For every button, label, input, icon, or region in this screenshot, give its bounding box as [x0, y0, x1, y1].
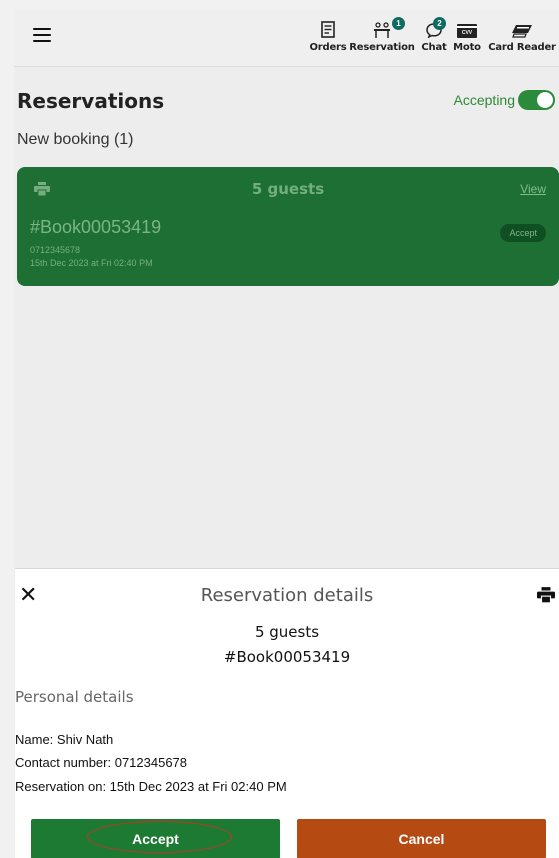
nav-chat[interactable]: 2 Chat [419, 16, 449, 58]
reservation-badge: 1 [392, 17, 405, 30]
app-screen: Orders 1 Reservation 2 Chat CVV Moto Car… [14, 9, 559, 858]
card-accept-button[interactable]: Accept [500, 224, 546, 242]
chat-icon: 2 [419, 16, 449, 38]
nav-orders[interactable]: Orders [309, 16, 347, 58]
details-guests: 5 guests [254, 623, 320, 641]
toggle-knob [537, 92, 553, 108]
top-nav: Orders 1 Reservation 2 Chat CVV Moto Car… [309, 16, 559, 58]
sheet-title: Reservation details [200, 585, 374, 606]
details-reservation-on: Reservation on: 15th Dec 2023 at Fri 02:… [15, 779, 287, 794]
nav-card-reader-label: Card Reader [488, 42, 556, 53]
cvv-card-icon: CVV [451, 16, 483, 38]
reservation-details-sheet: ✕ Reservation details 5 guests #Book0005… [15, 568, 559, 858]
reservation-icon: 1 [347, 16, 417, 38]
top-bar: Orders 1 Reservation 2 Chat CVV Moto Car… [14, 9, 559, 67]
nav-orders-label: Orders [309, 42, 347, 53]
accept-button[interactable]: Accept [31, 819, 280, 858]
orders-icon [309, 16, 347, 38]
details-name: Name: Shiv Nath [15, 732, 114, 747]
printer-icon[interactable] [537, 587, 555, 608]
details-contact: Contact number: 0712345678 [15, 755, 188, 770]
card-guests: 5 guests [251, 180, 325, 198]
card-phone: 0712345678 [30, 245, 81, 255]
card-datetime: 15th Dec 2023 at Fri 02:40 PM [30, 258, 153, 268]
cvv-text: CVV [461, 30, 473, 36]
nav-reservation[interactable]: 1 Reservation [347, 16, 417, 58]
details-booking-number: #Book00053419 [223, 648, 351, 666]
chat-badge: 2 [433, 17, 446, 30]
page-title: Reservations [17, 89, 165, 113]
accepting-toggle[interactable] [518, 90, 555, 110]
booking-card[interactable]: 5 guests View #Book00053419 0712345678 1… [17, 167, 559, 286]
view-link[interactable]: View [520, 182, 546, 196]
card-reader-icon [485, 16, 559, 38]
menu-icon[interactable] [33, 28, 51, 42]
nav-chat-label: Chat [421, 42, 447, 53]
nav-moto-label: Moto [453, 42, 481, 53]
cancel-button[interactable]: Cancel [297, 819, 546, 858]
new-booking-heading: New booking (1) [17, 131, 134, 148]
nav-card-reader[interactable]: Card Reader [485, 16, 559, 58]
nav-reservation-label: Reservation [349, 42, 415, 53]
accepting-label: Accepting [453, 92, 515, 108]
personal-details-heading: Personal details [15, 688, 134, 706]
card-booking-number: #Book00053419 [30, 217, 162, 237]
nav-moto[interactable]: CVV Moto [451, 16, 483, 58]
